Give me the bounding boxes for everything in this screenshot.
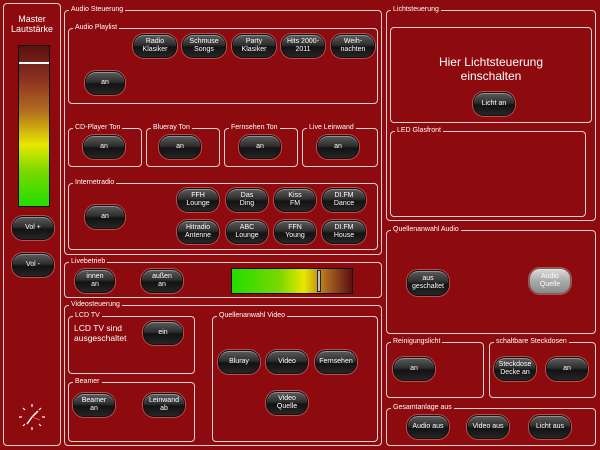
live-screen-title: Live Leinwand xyxy=(307,123,356,133)
cd-player-on-button[interactable]: an xyxy=(83,135,125,159)
audio-source-title: Quellenanwahl Audio xyxy=(391,225,461,235)
beamer-title: Beamer xyxy=(73,377,102,387)
video-off-button[interactable]: Video aus xyxy=(467,415,509,439)
light-prompt-panel: Hier Lichtsteuerung einschalten Licht an xyxy=(390,27,592,123)
switchable-sockets-panel: schaltbare Steckdosen Steckdose Decke an… xyxy=(489,337,596,398)
audio-source-select-button[interactable]: Audio Quelle xyxy=(529,268,571,294)
live-screen-on-button[interactable]: an xyxy=(317,135,359,159)
cd-player-title: CD-Player Ton xyxy=(73,123,123,133)
lcd-tv-on-button[interactable]: ein xyxy=(143,321,183,345)
station-das-ding-button[interactable]: Das Ding xyxy=(226,188,268,212)
light-prompt-text: Hier Lichtsteuerung einschalten xyxy=(438,55,544,83)
station-hitradio-antenne-button[interactable]: Hitradio Antenne xyxy=(177,220,219,244)
lcd-tv-title: LCD TV xyxy=(73,311,102,321)
lcd-tv-status: LCD TV sind ausgeschaltet xyxy=(74,323,127,343)
playlist-weihnachten-button[interactable]: Weih- nachten xyxy=(331,34,375,58)
cleaning-light-on-button[interactable]: an xyxy=(393,357,435,381)
ceiling-socket-on-button[interactable]: Steckdose Decke an xyxy=(494,357,536,381)
screen-down-button[interactable]: Leinwand ab xyxy=(143,393,185,417)
audio-off-button[interactable]: Audio aus xyxy=(407,415,449,439)
tv-sound-on-button[interactable]: an xyxy=(239,135,281,159)
master-volume-panel: Master Lautstärke Vol + Vol - xyxy=(3,3,61,446)
station-difm-house-button[interactable]: DI.FM House xyxy=(322,220,366,244)
beamer-on-button[interactable]: Beamer an xyxy=(73,393,115,417)
light-on-button[interactable]: Licht an xyxy=(473,92,515,116)
cleaning-light-panel: Reinigungslicht an xyxy=(386,337,484,398)
live-screen-panel: Live Leinwand an xyxy=(302,123,378,167)
lcd-tv-panel: LCD TV LCD TV sind ausgeschaltet ein xyxy=(68,311,195,374)
led-glass-front-title: LED Glasfront xyxy=(395,126,443,136)
switchable-sockets-title: schaltbare Steckdosen xyxy=(494,337,569,347)
audio-source-panel: Quellenanwahl Audio aus geschaltet Audio… xyxy=(386,225,596,334)
live-level-handle[interactable] xyxy=(317,270,321,292)
internet-radio-panel: Internetradio an FFH Lounge Das Ding Kis… xyxy=(68,178,378,250)
system-off-title: Gesamtanlage aus xyxy=(391,403,454,413)
audio-control-title: Audio Steuerung xyxy=(69,5,126,15)
station-ffh-lounge-button[interactable]: FFH Lounge xyxy=(177,188,219,212)
playlist-radio-klassiker-button[interactable]: Radio Klasiker xyxy=(133,34,177,58)
bluray-sound-on-button[interactable]: an xyxy=(159,135,201,159)
station-abc-lounge-button[interactable]: ABC Lounge xyxy=(226,220,268,244)
video-source-select-button[interactable]: Video Quelle xyxy=(266,391,308,415)
live-operation-panel: Livebetrieb innen an außen an xyxy=(64,257,382,298)
video-source-bluray-button[interactable]: Bluray xyxy=(218,350,260,374)
beamer-panel: Beamer Beamer an Leinwand ab xyxy=(68,377,195,442)
bluray-sound-panel: Blueray Ton an xyxy=(146,123,220,167)
live-operation-title: Livebetrieb xyxy=(69,257,108,267)
live-inside-on-button[interactable]: innen an xyxy=(75,269,115,293)
audio-playlist-panel: Audio Playlist Radio Klasiker Schmuse So… xyxy=(68,23,378,104)
volume-down-button[interactable]: Vol - xyxy=(12,253,54,277)
playlist-hits-button[interactable]: Hits 2000- 2011 xyxy=(281,34,325,58)
led-glass-front-panel: LED Glasfront xyxy=(390,126,586,217)
playlist-on-button[interactable]: an xyxy=(85,71,125,95)
cleaning-light-title: Reinigungslicht xyxy=(391,337,443,347)
audio-playlist-title: Audio Playlist xyxy=(73,23,120,33)
station-ffn-young-button[interactable]: FFN Young xyxy=(274,220,316,244)
tv-sound-panel: Fernsehen Ton an xyxy=(224,123,298,167)
playlist-schmuse-songs-button[interactable]: Schmuse Songs xyxy=(182,34,226,58)
live-level-slider[interactable] xyxy=(231,268,353,294)
socket-on-button[interactable]: an xyxy=(546,357,588,381)
light-off-button[interactable]: Licht aus xyxy=(529,415,571,439)
playlist-party-klassiker-button[interactable]: Party Klasiker xyxy=(232,34,276,58)
live-outside-on-button[interactable]: außen an xyxy=(141,269,183,293)
master-volume-label: Master Lautstärke xyxy=(10,14,54,34)
video-control-title: Videosteuerung xyxy=(69,300,122,310)
light-control-title: Lichtsteuerung xyxy=(391,5,441,15)
cd-player-panel: CD-Player Ton an xyxy=(68,123,142,167)
video-source-video-button[interactable]: Video xyxy=(266,350,308,374)
video-source-title: Quellenanwahl Video xyxy=(217,311,288,321)
internet-radio-title: Internetradio xyxy=(73,178,117,188)
volume-up-button[interactable]: Vol + xyxy=(12,216,54,240)
bluray-sound-title: Blueray Ton xyxy=(151,123,192,133)
video-source-panel: Quellenanwahl Video Bluray Video Fernseh… xyxy=(212,311,378,442)
master-volume-level-marker xyxy=(19,62,49,64)
system-off-panel: Gesamtanlage aus Audio aus Video aus Lic… xyxy=(386,403,596,446)
station-difm-dance-button[interactable]: DI.FM Dance xyxy=(322,188,366,212)
station-kiss-fm-button[interactable]: Kiss FM xyxy=(274,188,316,212)
tv-sound-title: Fernsehen Ton xyxy=(229,123,280,133)
video-source-tv-button[interactable]: Fernsehen xyxy=(315,350,357,374)
clock-icon xyxy=(19,404,45,430)
audio-source-off-button[interactable]: aus geschaltet xyxy=(407,270,449,296)
internet-radio-on-button[interactable]: an xyxy=(85,205,125,229)
master-volume-meter[interactable] xyxy=(18,45,50,207)
